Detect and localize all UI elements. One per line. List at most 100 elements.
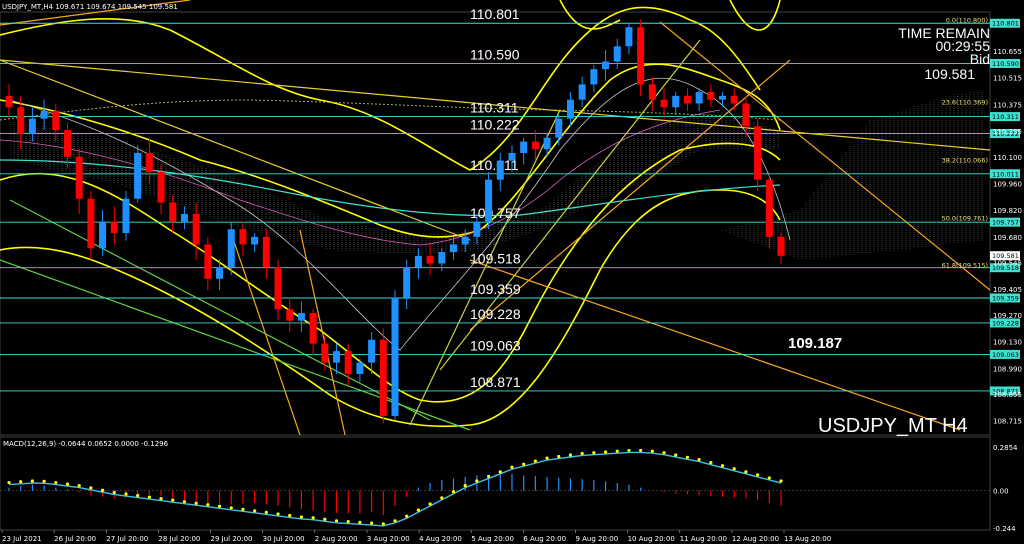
fib-label: 61.8(109.515) (942, 261, 988, 269)
price-tick-label: 109.130 (993, 339, 1022, 347)
macd-signal-dot (744, 470, 748, 474)
macd-signal-dot (767, 476, 771, 480)
bollinger-bands (0, 0, 781, 428)
price-tick-label: 110.375 (993, 101, 1022, 109)
macd-signal-dot (7, 480, 11, 485)
level-label: 109.063 (470, 337, 521, 353)
macd-signal-dot (54, 480, 58, 485)
macd-signal-dot (323, 517, 327, 521)
macd-signal-dot (276, 512, 280, 516)
candle-body (449, 244, 457, 253)
macd-signal-dot (311, 516, 315, 520)
macd-signal-dot (697, 457, 701, 462)
time-tick-label: 10 Aug 20:00 (628, 535, 675, 543)
macd-signal-dot (580, 451, 584, 456)
macd-signal-dot (381, 522, 385, 526)
candle-body (461, 236, 469, 245)
candle-body (321, 343, 329, 363)
macd-signal-dot (346, 519, 350, 524)
macd-signal-dot (393, 519, 397, 523)
candle-body (251, 236, 259, 245)
candle-body (707, 92, 715, 100)
price-tick-label: 109.820 (993, 207, 1022, 215)
macd-signal-dot (136, 493, 140, 498)
candle-body (180, 213, 188, 222)
time-tick-label: 27 Jul 20:00 (106, 535, 148, 543)
macd-signal-dot (112, 490, 116, 495)
time-axis: 23 Jul 2021 26 Jul 20:00 27 Jul 20:00 28 Ju… (1, 530, 831, 543)
candle-body (309, 313, 317, 344)
candle-body (227, 229, 235, 268)
price-tick-label: 110.100 (993, 154, 1022, 162)
macd-signal-dot (592, 451, 596, 455)
candle-body (391, 297, 399, 416)
candle-body (239, 229, 247, 245)
candle-body (110, 221, 118, 234)
macd-signal-dot (709, 461, 713, 465)
candle-body (134, 153, 142, 199)
price-chart[interactable]: 110.801110.590110.311110.222110.011109.7… (0, 0, 1024, 544)
time-tick-label: 12 Aug 20:00 (732, 535, 779, 543)
candle-body (625, 27, 633, 47)
macd-signal-dot (147, 495, 151, 499)
time-tick-label: 23 Jul 2021 (2, 535, 42, 543)
macd-signal-dot (732, 467, 736, 471)
macd-signal-dot (42, 479, 46, 483)
macd-signal-dot (206, 503, 210, 507)
candle-body (262, 236, 270, 268)
price-tick-label: 109.960 (993, 180, 1022, 188)
price-axis: 110.655 110.515 110.375 110.235 110.100 109.9… (993, 48, 1022, 426)
macd-signal-dot (627, 448, 631, 453)
price-tag-label: 110.801 (992, 20, 1019, 28)
candle-body (555, 118, 563, 138)
time-tick-label: 28 Jul 20:00 (158, 535, 200, 543)
macd-signal-dot (194, 501, 198, 505)
price-tick-label: 108.715 (993, 418, 1022, 426)
macd-signal-dot (674, 453, 678, 457)
candle-body (28, 118, 36, 134)
candle-body (531, 141, 539, 150)
candle-body (695, 92, 703, 104)
candle-body (485, 179, 493, 222)
macd-signal-dot (182, 500, 187, 504)
candle-body (660, 99, 668, 108)
time-tick-label: 3 Aug 20:00 (367, 535, 410, 543)
macd-signal-dot (451, 490, 456, 494)
candle-body (742, 103, 750, 127)
macd-signal-dot (405, 514, 409, 518)
macd-signal-dot (486, 474, 491, 479)
macd-signal-dot (241, 507, 245, 511)
candle-body (683, 95, 691, 104)
candle-body (286, 309, 294, 321)
macd-signal-dot (19, 480, 23, 484)
price-tick-label: 110.235 (993, 128, 1022, 136)
macd-signal-dot (779, 479, 783, 483)
macd-tick-label: 0.2854 (993, 444, 1018, 452)
fib-label: 38.2(110.066) (942, 156, 988, 164)
time-tick-label: 30 Jul 20:00 (263, 535, 305, 543)
candle-body (333, 351, 341, 363)
macd-signal-dot (100, 488, 105, 492)
price-tag-label: 110.311 (992, 113, 1019, 121)
level-label: 109.518 (470, 251, 521, 267)
macd-signal-dot (171, 498, 175, 502)
macd-signal-dot (650, 449, 654, 453)
candle-body (344, 351, 352, 375)
macd-signal-dot (522, 462, 526, 466)
price-tag-label: 109.359 (992, 295, 1019, 303)
level-label: 110.590 (470, 46, 520, 62)
price-tick-label: 108.855 (993, 391, 1022, 399)
macd-signal-dot (568, 453, 573, 457)
macd-signal-dot (510, 465, 514, 469)
time-tick-label: 13 Aug 20:00 (784, 535, 831, 543)
candle-body (192, 213, 200, 245)
level-label: 109.359 (470, 281, 521, 297)
time-tick-label: 4 Aug 20:00 (419, 535, 462, 543)
time-tick-label: 9 Aug 20:00 (575, 535, 618, 543)
candle-body (403, 267, 411, 298)
candle-body (672, 95, 680, 108)
candle-body (52, 111, 60, 131)
candle-body (602, 61, 610, 70)
level-label: 109.228 (470, 306, 521, 322)
candle-body (719, 95, 727, 100)
